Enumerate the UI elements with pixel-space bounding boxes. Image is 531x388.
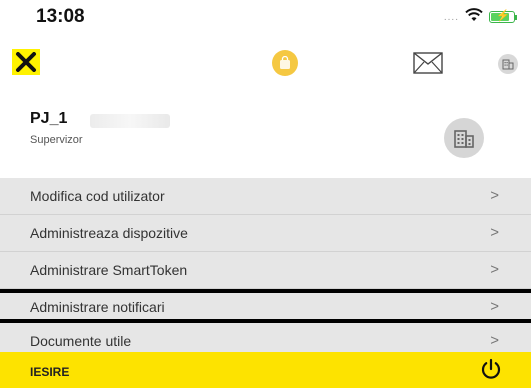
menu-item-administrare-smarttoken[interactable]: Administrare SmartToken > [0,252,531,289]
chevron-right-icon: > [490,187,499,204]
signal-icon: .... [443,11,459,23]
menu-item-label: Administreaza dispozitive [30,225,188,241]
menu-item-administreaza-dispozitive[interactable]: Administreaza dispozitive > [0,215,531,252]
envelope-icon[interactable] [413,52,443,74]
app-header [0,42,531,82]
building-icon[interactable] [498,54,518,74]
power-icon [480,358,502,380]
wifi-icon [465,8,483,26]
building-icon[interactable] [444,118,484,158]
menu-item-modifica-cod-utilizator[interactable]: Modifica cod utilizator > [0,178,531,215]
chevron-right-icon: > [490,261,499,278]
menu-item-label: Administrare SmartToken [30,262,188,278]
menu-item-label: Administrare notificari [30,299,165,315]
battery-charging-icon: ⚡ [489,10,517,23]
shopping-bag-icon[interactable] [272,50,298,76]
exit-button[interactable]: IESIRE [0,352,531,388]
status-indicators: .... ⚡ [443,8,517,26]
profile-section: PJ_1 Supervizor [0,108,531,188]
exit-label: IESIRE [30,365,70,379]
redacted-name [90,114,170,128]
company-name: PJ_1 [30,110,68,127]
menu-item-label: Documente utile [30,333,132,349]
chevron-right-icon: > [490,298,499,315]
chevron-right-icon: > [490,224,499,241]
status-time: 13:08 [36,6,85,27]
user-role: Supervizor [30,134,83,146]
menu-item-label: Modifica cod utilizator [30,188,165,204]
menu-item-administrare-notificari[interactable]: Administrare notificari > [0,289,531,323]
settings-menu: Modifica cod utilizator > Administreaza … [0,178,531,360]
raiffeisen-logo-icon[interactable] [12,49,40,75]
chevron-right-icon: > [490,332,499,349]
status-bar: 13:08 .... ⚡ [0,0,531,36]
